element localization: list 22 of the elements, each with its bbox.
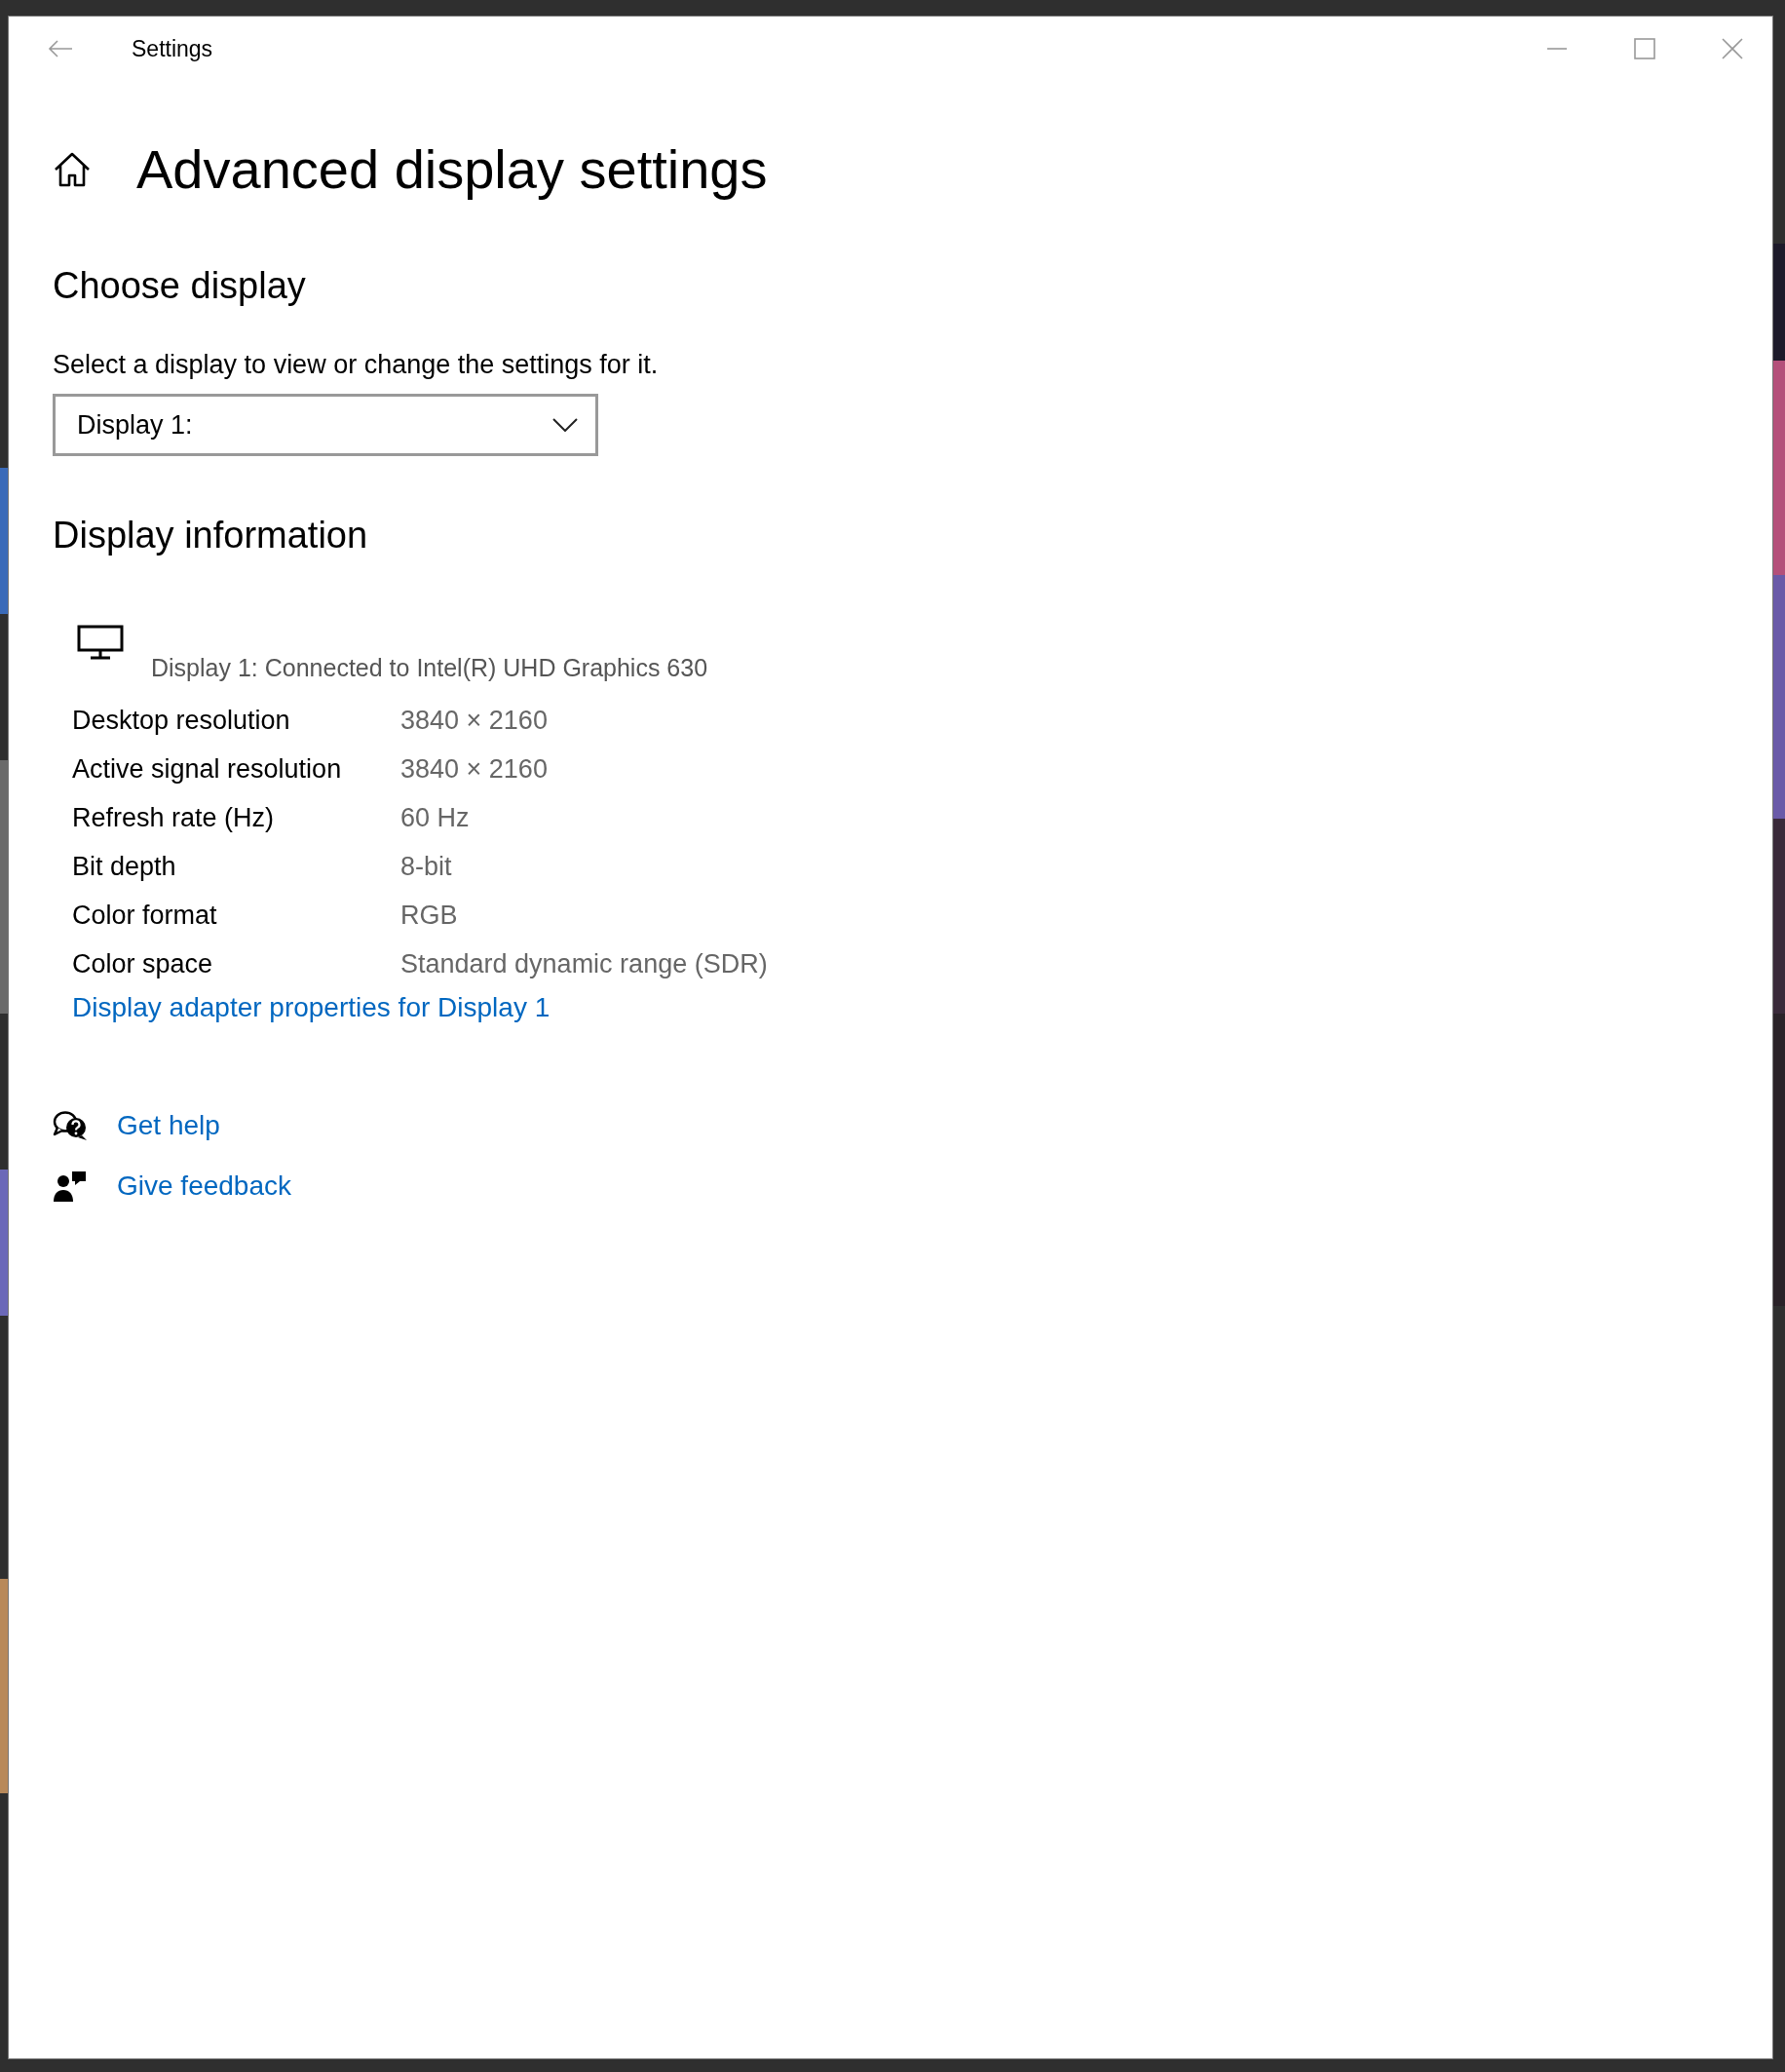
property-label: Refresh rate (Hz) xyxy=(72,802,276,833)
display-dropdown[interactable]: Display 1: xyxy=(53,394,598,456)
help-link[interactable]: Get help xyxy=(117,1110,220,1141)
property-value: Standard dynamic range (SDR) xyxy=(400,948,768,979)
window-title: Settings xyxy=(132,35,213,62)
property-value: 3840 × 2160 xyxy=(400,705,548,736)
property-label: Active signal resolution xyxy=(72,753,343,785)
description-text: Select a display to view or change the settings for it. xyxy=(53,350,660,380)
section-heading: Display information xyxy=(53,515,369,556)
section-heading: Choose display xyxy=(53,265,307,307)
property-value: 8-bit xyxy=(400,851,452,882)
page-title: Advanced display settings xyxy=(136,137,768,201)
property-label: Bit depth xyxy=(72,851,177,882)
adapter-properties-link[interactable]: Display adapter properties for Display 1 xyxy=(72,992,551,1023)
property-value: RGB xyxy=(400,900,458,931)
display-caption: Display 1: Connected to Intel(R) UHD Graphics 630 xyxy=(151,654,708,682)
property-value: 3840 × 2160 xyxy=(400,753,548,785)
property-label: Color space xyxy=(72,948,214,979)
property-label: Color format xyxy=(72,900,218,931)
property-label: Desktop resolution xyxy=(72,705,291,736)
property-value: 60 Hz xyxy=(400,802,470,833)
help-link[interactable]: Give feedback xyxy=(117,1170,291,1202)
